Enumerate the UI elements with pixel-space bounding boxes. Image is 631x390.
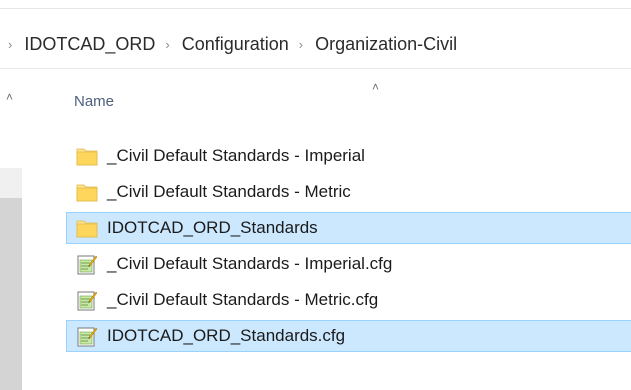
column-header-name[interactable]: ˄ Name [60, 80, 631, 120]
list-item[interactable]: _Civil Default Standards - Metric [66, 176, 631, 208]
file-name: _Civil Default Standards - Metric [107, 182, 351, 201]
file-list: _Civil Default Standards - Imperial _Civ… [66, 140, 631, 356]
list-item[interactable]: IDOTCAD_ORD_Standards [66, 212, 631, 244]
sort-up-icon: ˄ [372, 80, 380, 94]
file-name: _Civil Default Standards - Imperial.cfg [107, 254, 393, 273]
list-item[interactable]: _Civil Default Standards - Imperial.cfg [66, 248, 631, 280]
top-divider [0, 8, 631, 9]
breadcrumb-root-chevron[interactable]: › [8, 37, 12, 52]
folder-icon [76, 148, 98, 166]
list-item[interactable]: _Civil Default Standards - Metric.cfg [66, 284, 631, 316]
scroll-up-icon[interactable]: ˄ [6, 90, 13, 104]
file-name: _Civil Default Standards - Metric.cfg [107, 290, 379, 309]
folder-icon [76, 220, 98, 238]
breadcrumb-chevron[interactable]: › [165, 37, 169, 52]
file-name: IDOTCAD_ORD_Standards [107, 218, 318, 237]
config-file-icon [77, 255, 98, 275]
address-divider [0, 68, 631, 69]
breadcrumb-item-organization-civil[interactable]: Organization-Civil [315, 34, 457, 55]
navigation-pane: ˄ [0, 80, 28, 390]
list-item[interactable]: IDOTCAD_ORD_Standards.cfg [66, 320, 631, 352]
scrollbar-thumb[interactable] [0, 198, 22, 390]
file-name: _Civil Default Standards - Imperial [107, 146, 365, 165]
scrollbar-track[interactable] [0, 168, 22, 198]
file-explorer-window: › IDOTCAD_ORD › Configuration › Organiza… [0, 0, 631, 390]
config-file-icon [77, 327, 98, 347]
list-item[interactable]: _Civil Default Standards - Imperial [66, 140, 631, 172]
breadcrumb-item-idotcad-ord[interactable]: IDOTCAD_ORD [24, 34, 155, 55]
address-bar[interactable]: › IDOTCAD_ORD › Configuration › Organiza… [0, 22, 631, 66]
column-header-label: Name [74, 93, 115, 110]
breadcrumb-item-configuration[interactable]: Configuration [182, 34, 289, 55]
folder-icon [76, 184, 98, 202]
file-name: IDOTCAD_ORD_Standards.cfg [107, 326, 346, 345]
config-file-icon [77, 291, 98, 311]
breadcrumb-chevron[interactable]: › [299, 37, 303, 52]
